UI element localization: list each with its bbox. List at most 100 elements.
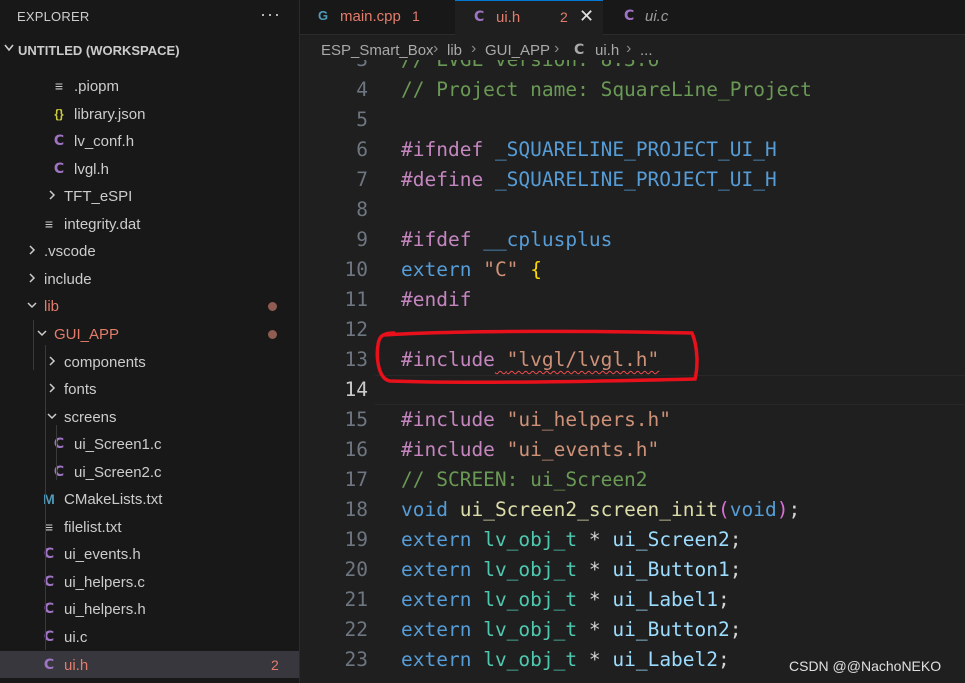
code-text: extern lv_obj_t * ui_Label2;	[401, 648, 730, 671]
tree-item-label: ui_helpers.c	[64, 573, 145, 591]
indent-guide	[33, 320, 34, 370]
folder-item[interactable]: include	[0, 265, 299, 292]
chevron-right-icon	[29, 273, 36, 283]
code-text: // SCREEN: ui_Screen2	[401, 468, 648, 491]
chevron-right-icon: ›	[471, 40, 477, 57]
tree-item-label: library.json	[74, 105, 146, 123]
line-number: 22	[344, 618, 368, 641]
chevron-down-icon	[37, 330, 47, 336]
c-source-icon: C	[624, 8, 635, 24]
code-text: // LVGL version: 8.3.6	[401, 60, 659, 71]
line-number: 8	[356, 198, 368, 221]
explorer-sidebar: EXPLORER ··· UNTITLED (WORKSPACE) ≡ .piop…	[0, 0, 300, 683]
explorer-header: EXPLORER ···	[0, 0, 299, 34]
folder-item[interactable]: .vscode	[0, 237, 299, 264]
code-text: #include "ui_events.h"	[401, 438, 660, 461]
line-number: 14	[344, 378, 368, 401]
tab-main-cpp[interactable]: G main.cpp 1	[300, 0, 453, 35]
breadcrumb-item[interactable]: ...	[640, 42, 653, 59]
chevron-down-icon	[27, 302, 37, 309]
tab-label: ui.c	[645, 8, 669, 25]
tree-item-label: ui_Screen2.c	[74, 463, 162, 481]
watermark: CSDN @@NachoNEKO	[789, 658, 942, 674]
code-line[interactable]: 20 extern lv_obj_t * ui_Button1;	[300, 555, 965, 585]
code-line[interactable]: 22 extern lv_obj_t * ui_Button2;	[300, 615, 965, 645]
code-line[interactable]: 8	[300, 195, 965, 225]
tree-item-label: integrity.dat	[64, 215, 141, 233]
tree-item-label: ui_events.h	[64, 546, 141, 564]
code-text: extern lv_obj_t * ui_Button1;	[401, 558, 742, 581]
chevron-right-icon	[29, 245, 36, 255]
close-icon[interactable]: ✕	[579, 6, 594, 27]
chevron-down-icon	[47, 413, 57, 419]
line-number: 13	[344, 348, 368, 371]
code-line[interactable]: 6 #ifndef _SQUARELINE_PROJECT_UI_H	[300, 135, 965, 165]
tree-item-label: lvgl.h	[74, 160, 110, 178]
code-text: #endif	[401, 288, 472, 311]
c-header-icon: C	[43, 656, 55, 673]
line-number: 21	[344, 588, 368, 611]
code-line[interactable]: 10 extern "C" {	[300, 255, 965, 285]
file-item[interactable]: Clvgl.h	[0, 155, 299, 182]
code-text: #ifdef __cplusplus	[401, 228, 613, 251]
code-line[interactable]: 7 #define _SQUARELINE_PROJECT_UI_H	[300, 165, 965, 195]
code-text: extern "C" {	[401, 258, 542, 281]
workspace-header[interactable]: UNTITLED (WORKSPACE)	[0, 37, 299, 64]
breadcrumb-item[interactable]: ui.h	[595, 42, 619, 59]
code-line[interactable]: 5	[300, 105, 965, 135]
editor-tab-bar: G main.cpp 1 C ui.h 2 ✕ C ui.c	[300, 0, 965, 35]
tab-ui-c[interactable]: C ui.c	[605, 0, 705, 35]
problem-count: 2	[560, 9, 568, 25]
breadcrumb-item[interactable]: ESP_Smart_Box	[321, 42, 434, 59]
tree-item-label: TFT_eSPI	[64, 188, 133, 206]
c-header-icon: C	[574, 42, 585, 58]
chevron-right-icon: ›	[554, 40, 560, 57]
line-number: 7	[356, 168, 368, 191]
tab-label: ui.h	[496, 9, 521, 26]
c-header-icon: C	[53, 133, 65, 150]
file-item[interactable]: Clv_conf.h	[0, 127, 299, 154]
code-line[interactable]: 4 // Project name: SquareLine_Project	[300, 75, 965, 105]
chevron-right-icon	[49, 355, 56, 366]
breadcrumb-item[interactable]: lib	[447, 42, 462, 59]
code-line[interactable]: 21 extern lv_obj_t * ui_Label1;	[300, 585, 965, 615]
cpp-file-icon: G	[318, 8, 329, 23]
line-number: 10	[344, 258, 368, 281]
code-line[interactable]: 18 void ui_Screen2_screen_init(void);	[300, 495, 965, 525]
code-line[interactable]: 11 #endif	[300, 285, 965, 315]
chevron-right-icon	[49, 190, 56, 200]
line-number: 4	[356, 78, 368, 101]
explorer-title: EXPLORER	[17, 9, 90, 24]
code-line[interactable]: 9 #ifdef __cplusplus	[300, 225, 965, 255]
code-line[interactable]: 3 // LVGL version: 8.3.6	[300, 60, 965, 75]
tree-item-label: CMakeLists.txt	[64, 491, 163, 509]
code-text: extern lv_obj_t * ui_Label1;	[401, 588, 730, 611]
line-number: 17	[344, 468, 368, 491]
code-line[interactable]: 16 #include "ui_events.h"	[300, 435, 965, 465]
code-text: #ifndef _SQUARELINE_PROJECT_UI_H	[401, 138, 777, 161]
folder-item[interactable]: lib	[0, 292, 299, 319]
tab-label: main.cpp	[340, 8, 401, 25]
line-number: 9	[356, 228, 368, 251]
file-item[interactable]: Cui.h 2	[0, 650, 299, 678]
tab-ui-h[interactable]: C ui.h 2 ✕	[455, 0, 603, 35]
code-line[interactable]: 17 // SCREEN: ui_Screen2	[300, 465, 965, 495]
tree-item-label: lib	[44, 298, 60, 316]
tree-item-label: lv_conf.h	[74, 133, 135, 151]
code-line[interactable]: 19 extern lv_obj_t * ui_Screen2;	[300, 525, 965, 555]
tree-item-label: .vscode	[44, 243, 96, 261]
file-item[interactable]: {} library.json	[0, 100, 299, 127]
more-actions-icon[interactable]: ···	[260, 4, 281, 25]
folder-item[interactable]: GUI_APP	[0, 320, 299, 347]
tree-item-label: ui_Screen1.c	[74, 436, 162, 454]
file-item[interactable]: ≡ .piopm	[0, 72, 299, 99]
code-line[interactable]: 15 #include "ui_helpers.h"	[300, 405, 965, 435]
chevron-right-icon	[49, 383, 56, 393]
c-header-icon: C	[53, 160, 65, 177]
file-item[interactable]: ≡ integrity.dat	[0, 210, 299, 237]
highlight-annotation	[375, 329, 699, 385]
folder-item[interactable]: TFT_eSPI	[0, 182, 299, 209]
json-braces-icon: {}	[54, 106, 64, 121]
breadcrumb-item[interactable]: GUI_APP	[485, 42, 550, 59]
c-source-icon: C	[53, 463, 65, 480]
